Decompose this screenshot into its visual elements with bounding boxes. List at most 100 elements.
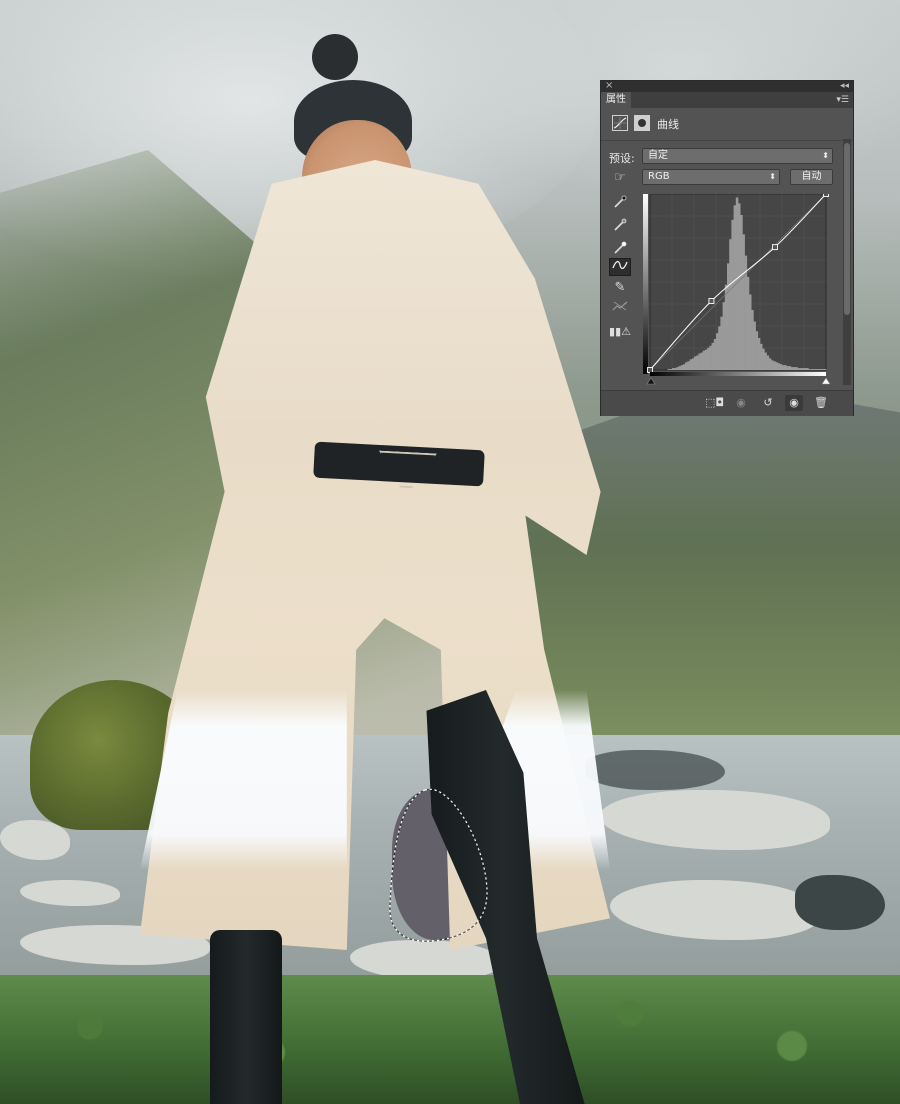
white-point-eyedropper-icon[interactable] — [609, 241, 631, 259]
histogram-bar — [711, 342, 715, 370]
histogram-bar — [680, 365, 684, 370]
histogram-bar — [775, 362, 778, 370]
histogram-bar — [793, 367, 796, 370]
histogram-bar — [749, 294, 752, 370]
pencil-draw-icon[interactable]: ✎ — [609, 279, 631, 297]
channel-dropdown[interactable]: RGB ⬍ — [642, 169, 780, 185]
histogram-bar — [689, 359, 693, 370]
histogram-bar — [762, 348, 765, 370]
curve-control-point[interactable] — [771, 244, 778, 251]
histogram-bar — [808, 369, 811, 370]
histogram-bar — [738, 203, 741, 370]
histogram-bar — [669, 369, 673, 370]
histogram-bar — [707, 347, 710, 370]
histogram-bar — [797, 368, 800, 370]
channel-value: RGB — [648, 171, 670, 182]
panel-menu-icon[interactable]: ▾☰ — [836, 93, 849, 107]
double-chevron-icon[interactable]: ◂◂ — [840, 79, 849, 93]
black-input-slider[interactable] — [646, 377, 656, 385]
histogram-bar — [812, 369, 816, 370]
curve-control-point[interactable] — [823, 194, 829, 197]
histogram-bar — [691, 358, 695, 370]
reset-icon[interactable]: ↺ — [759, 395, 777, 411]
output-gradient-bar — [643, 194, 648, 374]
histogram-bar — [799, 368, 803, 370]
histogram-bar — [718, 326, 721, 370]
histogram-bar — [755, 331, 759, 370]
smooth-curve-icon[interactable] — [609, 300, 631, 318]
curve-control-point[interactable] — [708, 298, 715, 304]
histogram-bar — [674, 368, 677, 370]
curves-adjustment-icon[interactable] — [612, 115, 628, 131]
histogram-bar — [753, 321, 756, 370]
white-input-slider[interactable] — [821, 377, 831, 385]
histogram-bar — [782, 365, 785, 370]
histogram-bar — [768, 358, 772, 370]
clip-to-layer-icon[interactable]: ⬚◘ — [705, 395, 724, 411]
boot-left — [210, 930, 282, 1104]
histogram-bar — [804, 368, 807, 370]
panel-titlebar[interactable]: × ◂◂ — [601, 79, 853, 93]
histogram-bar — [788, 366, 792, 370]
histogram-bar — [740, 214, 743, 370]
adjustment-header: 曲线 — [601, 108, 853, 141]
preset-dropdown[interactable]: 自定 ⬍ — [642, 148, 833, 164]
dark-rock — [585, 750, 725, 790]
histogram-bar — [729, 239, 732, 370]
properties-panel[interactable]: × ◂◂ 属性 ▾☰ 曲线 预设: 自定 ⬍ ☞ RGB ⬍ 自动 ✎ ▮▮⚠ … — [600, 80, 854, 416]
close-icon[interactable]: × — [605, 79, 613, 93]
histogram-bar — [777, 363, 781, 370]
curve-control-point[interactable] — [647, 367, 653, 373]
view-previous-state-icon[interactable]: ◉ — [732, 395, 750, 411]
histogram-bar — [751, 309, 754, 370]
layer-mask-icon[interactable] — [634, 115, 650, 131]
histogram-bar — [709, 345, 712, 370]
gray-point-eyedropper-icon[interactable] — [609, 218, 631, 236]
histogram-bar — [742, 234, 745, 370]
histogram-bar — [821, 369, 825, 370]
clipping-warning-icon[interactable]: ▮▮⚠ — [609, 323, 631, 341]
histogram-bar — [806, 368, 809, 370]
histogram-bar — [685, 362, 688, 370]
trash-icon[interactable]: 🗑 — [812, 395, 830, 411]
tab-properties[interactable]: 属性 — [601, 92, 631, 108]
histogram-bar — [810, 369, 814, 370]
eye-icon[interactable]: ◉ — [785, 395, 803, 411]
histogram-bar — [815, 369, 818, 370]
curve-graph[interactable] — [643, 194, 831, 386]
histogram-bar — [731, 219, 734, 370]
panel-adjustment-name: 曲线 — [657, 118, 679, 131]
histogram-bar — [746, 276, 750, 370]
panel-scrollbar[interactable] — [843, 139, 851, 385]
histogram-bar — [702, 350, 706, 370]
edit-points-curve-icon[interactable] — [609, 258, 631, 276]
histogram-bar — [771, 360, 774, 370]
histogram-bar — [694, 356, 697, 370]
histogram-bar — [722, 302, 726, 370]
histogram-bar — [698, 353, 701, 370]
auto-button[interactable]: 自动 — [790, 169, 833, 185]
histogram-bar — [733, 205, 737, 370]
black-point-eyedropper-icon[interactable] — [609, 195, 631, 213]
input-gradient-bar — [650, 372, 826, 376]
histogram-bar — [786, 366, 789, 370]
chevron-updown-icon: ⬍ — [769, 172, 776, 181]
preset-label: 预设: — [609, 152, 635, 165]
histogram-bar — [760, 343, 763, 370]
histogram-bar — [795, 367, 798, 370]
histogram-bar — [676, 367, 679, 370]
histogram-bar — [801, 368, 805, 370]
histogram-bar — [819, 369, 822, 370]
histogram-bar — [667, 369, 671, 370]
hand-target-adjust-icon[interactable]: ☞ — [609, 169, 631, 187]
histogram-bar — [696, 355, 699, 370]
histogram-bar — [724, 284, 728, 370]
panel-bottom-bar: ⬚◘ ◉ ↺ ◉ 🗑 — [601, 390, 853, 416]
histogram-bar — [790, 367, 794, 370]
histogram-bar — [713, 338, 717, 370]
histogram-bar — [720, 316, 723, 370]
preset-value: 自定 — [648, 150, 668, 161]
histogram-bar — [823, 369, 827, 370]
scrollbar-thumb[interactable] — [844, 143, 850, 315]
chevron-updown-icon: ⬍ — [822, 151, 829, 160]
